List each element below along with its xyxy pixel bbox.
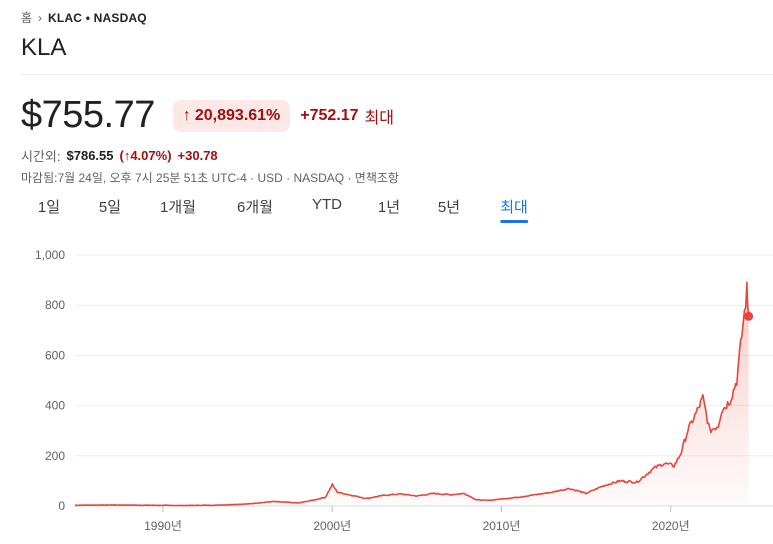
- tab-1-year[interactable]: 1년: [378, 196, 400, 223]
- tab-1-month[interactable]: 1개월: [160, 196, 196, 223]
- change-period-label: 최대: [364, 109, 395, 127]
- x-tick-label: 2000년: [313, 519, 351, 533]
- after-hours-change: +30.78: [177, 148, 218, 163]
- y-tick-label: 400: [45, 399, 65, 413]
- tab-5-day[interactable]: 5일: [99, 196, 121, 223]
- current-price: $755.77: [21, 94, 155, 136]
- y-tick-label: 200: [45, 449, 65, 463]
- x-tick-label: 2020년: [652, 519, 690, 533]
- price-chart[interactable]: 0 200 400 600 800 1,000 1990년 2000년 2010년 2020년: [0, 236, 773, 541]
- breadcrumb-ticker: KLAC • NASDAQ: [48, 10, 147, 25]
- after-hours-percent: (↑4.07%): [119, 148, 172, 163]
- after-hours-price: $786.55: [66, 148, 114, 163]
- divider: [21, 74, 773, 75]
- x-tick-label: 2010년: [483, 519, 521, 533]
- x-axis: 1990년 2000년 2010년 2020년: [144, 506, 690, 533]
- change-percent-badge: ↑ 20,893.61%: [172, 99, 291, 132]
- price-row: $755.77 ↑ 20,893.61% +752.17 최대: [21, 94, 394, 137]
- market-meta-info: 마감됨:7월 24일, 오후 7시 25분 51초 UTC-4 · USD · …: [21, 171, 399, 185]
- stock-quote-page: 홈 › KLAC • NASDAQ KLA $755.77 ↑ 20,893.6…: [0, 0, 773, 544]
- tab-ytd[interactable]: YTD: [312, 196, 342, 219]
- price-area-fill: [75, 282, 749, 506]
- y-tick-label: 0: [58, 499, 65, 513]
- y-tick-label: 600: [45, 348, 65, 362]
- tab-5-year[interactable]: 5년: [438, 196, 460, 223]
- tab-max[interactable]: 최대: [500, 196, 528, 223]
- tab-1-day[interactable]: 1일: [38, 196, 60, 223]
- arrow-up-icon: ↑: [182, 106, 191, 124]
- y-axis-labels: 0 200 400 600 800 1,000: [35, 248, 65, 513]
- last-price-marker: [744, 311, 754, 321]
- time-range-tabs: 1일 5일 1개월 6개월 YTD 1년 5년 최대: [0, 196, 773, 226]
- change-absolute: +752.17: [300, 106, 359, 124]
- breadcrumb-home-link[interactable]: 홈: [21, 9, 32, 26]
- chevron-right-icon: ›: [38, 10, 43, 25]
- company-name: KLA: [21, 34, 67, 61]
- after-hours-row: 시간외: $786.55 (↑4.07%) +30.78: [21, 146, 218, 165]
- tab-6-month[interactable]: 6개월: [237, 196, 273, 223]
- change-percent-value: 20,893.61%: [194, 106, 281, 124]
- after-hours-label: 시간외:: [21, 149, 61, 164]
- y-tick-label: 800: [45, 298, 65, 312]
- x-tick-label: 1990년: [144, 519, 182, 533]
- price-line: [74, 281, 750, 507]
- y-tick-label: 1,000: [35, 248, 65, 262]
- breadcrumb: 홈 › KLAC • NASDAQ: [21, 9, 147, 26]
